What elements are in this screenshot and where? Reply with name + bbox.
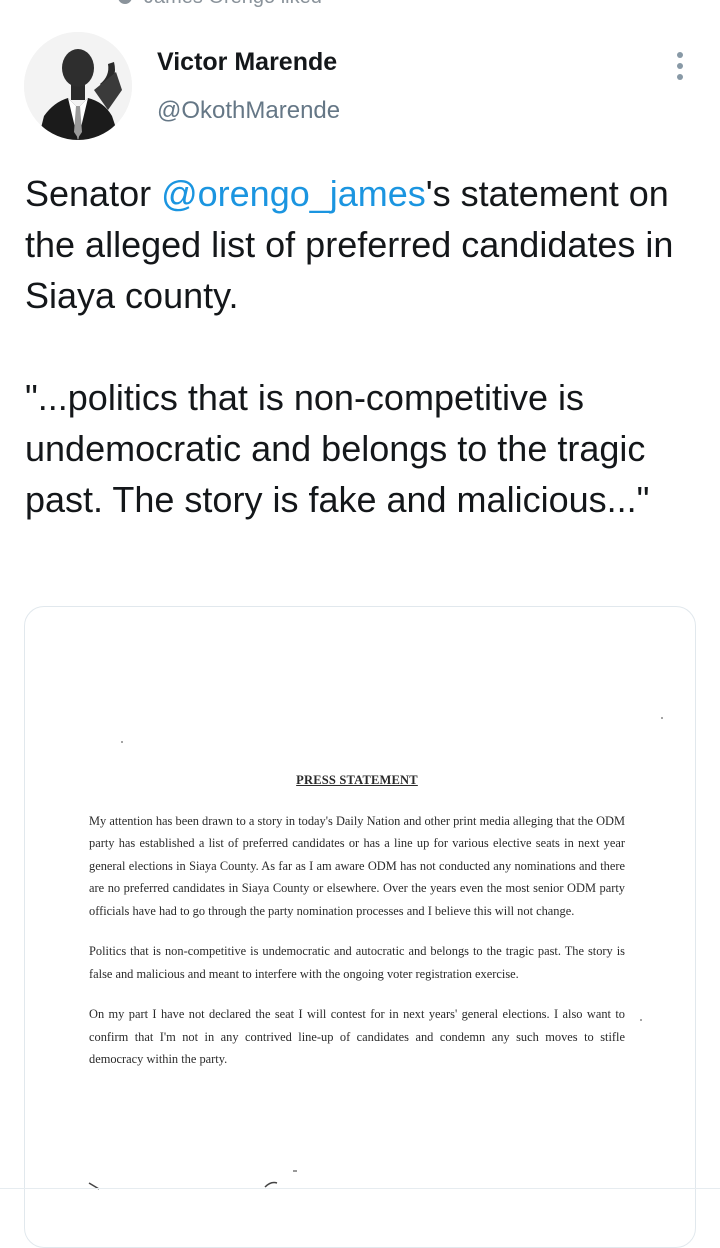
dot-icon xyxy=(677,63,683,69)
document-title: PRESS STATEMENT xyxy=(296,773,418,787)
tweet-text-paragraph: Senator @orengo_james's statement on the… xyxy=(25,168,695,321)
attached-image[interactable]: PRESS STATEMENT My attention has been dr… xyxy=(24,606,696,1248)
tweet-body: Senator @orengo_james's statement on the… xyxy=(25,168,695,525)
document-paragraph: My attention has been drawn to a story i… xyxy=(89,813,625,918)
avatar[interactable] xyxy=(24,32,132,140)
profile-photo xyxy=(24,32,132,140)
signature-marks xyxy=(88,1170,297,1190)
tweet-quote: "...politics that is non-competitive is … xyxy=(25,377,650,520)
dot-icon xyxy=(677,52,683,58)
dot-icon xyxy=(677,74,683,80)
social-context-row: James Orengo liked xyxy=(118,0,322,8)
divider xyxy=(0,1188,720,1189)
more-options-button[interactable] xyxy=(664,48,696,84)
document-paragraph: On my part I have not declared the seat … xyxy=(89,1007,625,1066)
heart-icon xyxy=(118,0,132,4)
social-context-text: James Orengo liked xyxy=(144,0,322,9)
mention-link[interactable]: @orengo_james xyxy=(161,173,426,214)
author-handle[interactable]: @OkothMarende xyxy=(157,97,340,125)
document-paragraph: Politics that is non-competitive is unde… xyxy=(89,944,625,981)
press-statement-document: PRESS STATEMENT My attention has been dr… xyxy=(89,769,625,1089)
tweet-text-prefix: Senator xyxy=(25,173,162,214)
author-name[interactable]: Victor Marende xyxy=(157,48,337,77)
